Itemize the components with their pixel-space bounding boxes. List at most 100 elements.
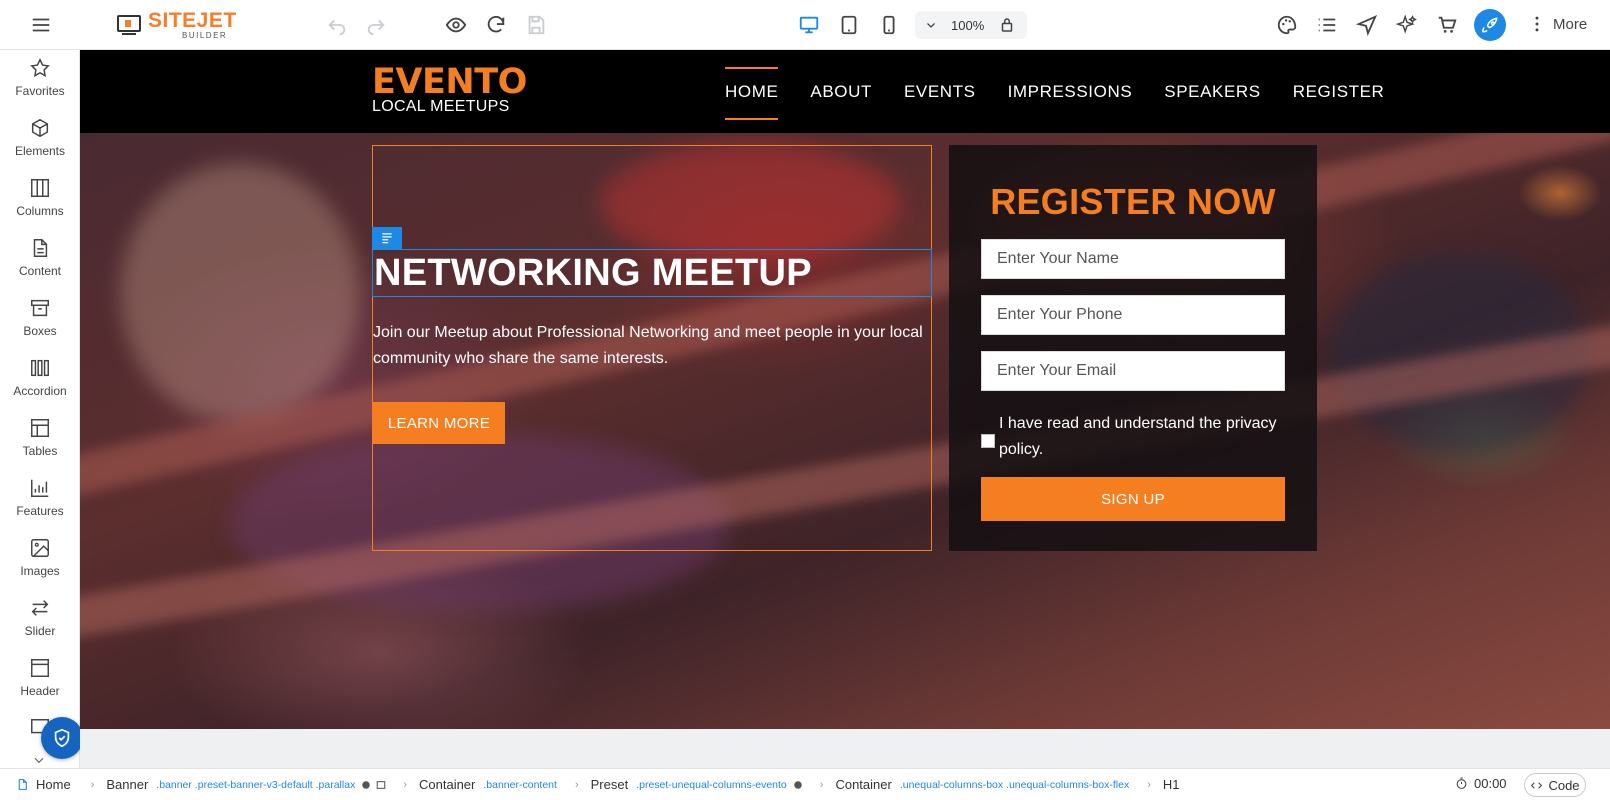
header-icon [31,659,49,677]
site-logo-subtitle: LOCAL MEETUPS [372,98,510,115]
privacy-checkbox[interactable] [981,434,995,448]
sidebar-item-label: Content [18,264,62,278]
more-vertical-icon [1535,16,1539,32]
sidebar-item-content[interactable]: Content [0,230,79,290]
sidebar-item-label: Header [20,684,60,698]
refresh-icon[interactable] [480,9,512,41]
sidebar-item-label: Elements [14,144,66,158]
tablet-view-icon[interactable] [833,9,865,41]
breadcrumb-label: Banner [106,777,149,792]
learn-more-button[interactable]: LEARN MORE [373,402,505,444]
nav-events[interactable]: EVENTS [904,82,976,122]
nav-register[interactable]: REGISTER [1293,82,1385,122]
lock-icon[interactable] [991,9,1023,41]
breadcrumb-container-2[interactable]: Container .unequal-columns-box .unequal-… [835,777,1135,792]
sitejet-logo: SITEJET BUILDER [116,10,237,40]
nav-speakers[interactable]: SPEAKERS [1164,82,1260,122]
monitor-logo-icon [117,15,141,35]
site-logo[interactable]: EVENTO LOCAL MEETUPS [372,64,527,116]
breadcrumb-separator-icon: › [819,778,824,791]
redo-icon[interactable] [360,9,392,41]
ai-sparkle-icon[interactable] [1391,9,1423,41]
sidebar-item-tables[interactable]: Tables [0,410,79,470]
sidebar-item-label: Images [20,564,60,578]
sidebar-scroll-down-icon[interactable] [32,753,46,768]
sidebar-item-favorites[interactable]: Favorites [0,50,79,110]
breadcrumb-separator-icon: › [1147,778,1151,791]
breadcrumb-container[interactable]: Container .banner-content [419,777,563,792]
element-breadcrumb-bar: Home › Banner .banner .preset-banner-v3-… [0,768,1610,800]
sidebar-item-images[interactable]: Images [0,530,79,590]
document-icon [33,239,48,257]
star-icon [30,58,50,77]
site-header: EVENTO LOCAL MEETUPS HOME ABOUT EVENTS I… [80,50,1610,133]
site-logo-title: EVENTO [372,62,527,102]
preview-eye-icon[interactable] [440,9,472,41]
nav-impressions[interactable]: IMPRESSIONS [1008,82,1133,122]
session-timer: 00:00 [1455,776,1507,791]
save-icon[interactable] [520,9,552,41]
page-icon [18,779,27,790]
undo-icon[interactable] [321,9,353,41]
hamburger-menu-icon[interactable] [25,9,57,41]
hero-heading[interactable]: NETWORKING MEETUP [374,252,812,295]
sidebar-item-features[interactable]: Features [0,470,79,530]
list-icon[interactable] [1311,9,1343,41]
palette-small-icon [362,780,371,789]
navigate-arrow-icon[interactable] [1351,9,1383,41]
table-icon [31,419,49,437]
breadcrumb-label: H1 [1162,777,1180,792]
sidebar-item-header[interactable]: Header [0,650,79,710]
sidebar-item-boxes[interactable]: Boxes [0,290,79,350]
breadcrumb-separator-icon: › [403,778,407,791]
nav-about[interactable]: ABOUT [810,82,872,122]
stopwatch-icon [1456,777,1467,789]
sign-up-button[interactable]: SIGN UP [981,477,1285,521]
sidebar-item-label: Slider [24,624,56,638]
breadcrumb-label: Preset [590,777,629,792]
chevron-down-icon [927,23,935,28]
heading-element-tag-icon[interactable] [372,227,402,249]
desktop-view-icon[interactable] [793,9,825,41]
breadcrumb-label: Container [835,777,892,792]
site-nav-menu: HOME ABOUT EVENTS IMPRESSIONS SPEAKERS R… [725,67,1416,122]
sidebar-item-label: Columns [16,204,64,218]
code-button-label: Code [1548,777,1580,793]
sidebar-item-elements[interactable]: Elements [0,110,79,170]
breadcrumb-classes: .preset-unequal-columns-evento [636,778,787,791]
box-icon [31,299,49,317]
shop-cart-icon[interactable] [1431,9,1463,41]
breadcrumb-home[interactable]: Home [16,777,79,792]
columns-icon [31,179,49,197]
sidebar-item-accordion[interactable]: Accordion [0,350,79,410]
security-shield-button[interactable] [41,717,83,759]
breadcrumb-label: Container [419,777,476,792]
privacy-label: I have read and understand the privacy p… [999,415,1277,458]
features-icon [31,479,49,497]
name-input[interactable] [981,239,1285,279]
nav-home[interactable]: HOME [725,67,779,122]
design-palette-icon[interactable] [1271,9,1303,41]
editor-toolbar: SITEJET BUILDER 100% More [0,0,1610,50]
phone-input[interactable] [981,295,1285,335]
sidebar-item-slider[interactable]: Slider [0,590,79,650]
sidebar-item-label: Features [16,504,64,518]
register-title: REGISTER NOW [990,181,1276,222]
zoom-level: 100% [951,17,985,33]
breadcrumb-separator-icon: › [90,778,95,791]
breadcrumb-h1[interactable]: H1 [1163,777,1188,792]
breadcrumb-preset[interactable]: Preset .preset-unequal-columns-evento [591,777,808,792]
sidebar-item-columns[interactable]: Columns [0,170,79,230]
mobile-view-icon[interactable] [873,9,905,41]
sidebar-item-label: Accordion [13,384,67,398]
breadcrumb-banner[interactable]: Banner .banner .preset-banner-v3-default… [106,777,391,792]
hero-paragraph[interactable]: Join our Meetup about Professional Netwo… [373,320,923,372]
image-icon [31,539,49,557]
email-input[interactable] [981,351,1285,391]
publish-rocket-button[interactable] [1474,9,1506,41]
register-form-box: REGISTER NOW I have read and understand … [949,145,1317,551]
more-menu-button[interactable]: More [1527,14,1587,34]
code-button[interactable]: Code [1524,773,1586,797]
logo-subtitle: BUILDER [182,31,228,40]
cube-icon [31,118,49,138]
